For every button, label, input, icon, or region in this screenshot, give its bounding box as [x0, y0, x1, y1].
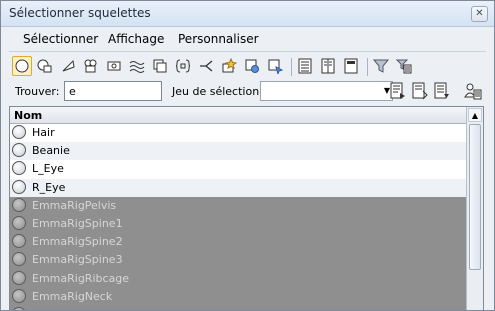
bone-icon: [12, 270, 26, 285]
bones-branch-icon: [200, 60, 213, 72]
object-star-icon: [222, 58, 237, 73]
list-item-name: EmmaRigPelvis: [32, 198, 117, 212]
list-item[interactable]: Beanie: [10, 142, 468, 161]
scroll-up-button[interactable]: ▲: [468, 108, 482, 122]
list-item-name: Beanie: [32, 144, 70, 158]
film-icon: [107, 61, 121, 71]
scroll-thumb[interactable]: [469, 124, 481, 270]
bone-icon: [12, 179, 26, 194]
waves-button[interactable]: [127, 56, 147, 76]
cone-button[interactable]: [58, 56, 78, 76]
bone-icon: [12, 161, 26, 176]
list-item[interactable]: EmmaRigSpine2: [10, 233, 468, 252]
brackets-button[interactable]: [173, 56, 193, 76]
add-set-icon[interactable]: [411, 82, 429, 100]
bone-icon: [12, 234, 26, 249]
waves-icon: [129, 61, 145, 73]
frame-view-icon: [344, 58, 358, 74]
list-view-button[interactable]: [295, 56, 315, 76]
bone-icon: [12, 197, 26, 212]
list-item-name: EmmaRigSpine1: [32, 216, 123, 230]
filter-icon: [373, 59, 389, 73]
bone-select-button[interactable]: [12, 56, 32, 76]
list-item[interactable]: L_Eye: [10, 160, 468, 179]
camera-icon: [84, 59, 97, 73]
list-item[interactable]: EmmaRigSpine3: [10, 251, 468, 270]
list-item[interactable]: EmmaRigSpine1: [10, 214, 468, 234]
bone-select-icon: [15, 59, 29, 73]
toolbar-separator: [367, 58, 368, 76]
remove-set-icon[interactable]: [433, 82, 451, 100]
list-item-name: Hair: [32, 126, 55, 139]
bone-icon: [12, 143, 26, 158]
selection-set-label: Jeu de sélection:: [172, 85, 263, 98]
user-set-icon[interactable]: [464, 82, 482, 100]
menu-customize[interactable]: Personnaliser: [178, 32, 259, 46]
select-skeletons-window: Sélectionner squelettes ✕ Sélectionner A…: [0, 0, 495, 311]
bones-branch-button[interactable]: [196, 56, 216, 76]
column-header-name[interactable]: Nom: [10, 107, 468, 124]
film-button[interactable]: [104, 56, 124, 76]
edit-set-icon[interactable]: [389, 82, 407, 100]
menu-view[interactable]: Affichage: [108, 32, 164, 46]
layers-button[interactable]: [35, 56, 55, 76]
columns-view-icon: [321, 58, 335, 74]
object-gear-button[interactable]: [242, 56, 262, 76]
layers-icon: [37, 59, 52, 73]
bone-icon: [12, 125, 26, 139]
list-view-icon: [298, 58, 312, 74]
bone-list: Nom Hair Beanie L_Eye R_Eye EmmaRigPelvis Emm…: [9, 106, 484, 310]
object-star-button[interactable]: [219, 56, 239, 76]
object-gear-icon: [245, 59, 259, 73]
close-button[interactable]: ✕: [471, 6, 488, 22]
list-item[interactable]: R_Eye: [10, 178, 468, 197]
list-item[interactable]: EmmaRigNeck: [10, 287, 468, 306]
grouped-boxes-icon: [153, 59, 167, 73]
selection-set-dropdown[interactable]: ▼: [260, 81, 393, 101]
find-label: Trouver:: [15, 85, 60, 98]
vertical-scrollbar[interactable]: ▲: [466, 107, 483, 310]
list-item[interactable]: Hair: [10, 124, 468, 143]
list-item-name: EmmaRigSpine3: [32, 253, 123, 267]
column-header-label: Nom: [14, 109, 43, 122]
bone-icon: [12, 252, 26, 267]
window-title: Sélectionner squelettes: [9, 6, 151, 20]
menu-bar: Sélectionner Affichage Personnaliser: [9, 30, 486, 49]
bone-icon: [12, 306, 26, 310]
frame-view-button[interactable]: [341, 56, 361, 76]
brackets-icon: [175, 59, 191, 73]
list-item-name: EmmaRigRibcage: [32, 271, 130, 285]
search-row: Trouver: Jeu de sélection: ▼: [9, 81, 486, 103]
filter-list-button[interactable]: [394, 56, 414, 76]
filter-button[interactable]: [371, 56, 391, 76]
toolbar-separator: [291, 58, 292, 76]
list-item-name: EmmaRigNeck: [32, 289, 113, 303]
toolbar: [9, 51, 486, 82]
grouped-boxes-button[interactable]: [150, 56, 170, 76]
list-item[interactable]: EmmaRigPelvis: [10, 196, 468, 215]
filter-list-icon: [396, 59, 412, 74]
bone-rows: Hair Beanie L_Eye R_Eye EmmaRigPelvis EmmaRig…: [10, 124, 468, 310]
bone-icon: [12, 215, 26, 230]
list-item[interactable]: EmmaRigRibcage: [10, 269, 468, 288]
list-item-name: L_Eye: [32, 162, 64, 176]
menu-select[interactable]: Sélectionner: [23, 32, 98, 46]
list-item-name: R_Eye: [32, 180, 66, 194]
find-input[interactable]: [64, 81, 162, 101]
columns-view-button[interactable]: [318, 56, 338, 76]
object-arrow-button[interactable]: [265, 56, 285, 76]
object-arrow-icon: [268, 59, 283, 74]
list-item[interactable]: EmmaRigHead: [10, 305, 468, 310]
list-item-name: EmmaRigSpine2: [32, 235, 123, 249]
cone-icon: [62, 59, 75, 72]
bone-icon: [12, 288, 26, 303]
camera-button[interactable]: [81, 56, 101, 76]
title-bar[interactable]: Sélectionner squelettes ✕: [1, 1, 494, 27]
